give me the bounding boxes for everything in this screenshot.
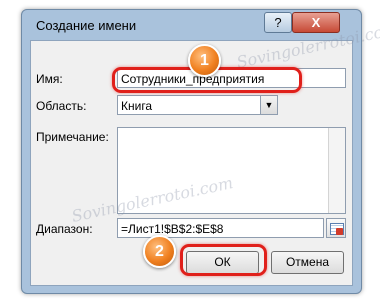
dialog-body: Имя: Сотрудники_предприятия Область: Кни… <box>30 40 353 286</box>
step-marker-1: 1 <box>188 44 221 77</box>
cancel-button[interactable]: Отмена <box>271 251 344 274</box>
ok-button[interactable]: ОК <box>186 251 259 274</box>
scope-label: Область: <box>36 99 87 113</box>
range-collapse-icon <box>336 228 343 235</box>
close-button[interactable]: X <box>292 12 340 33</box>
range-select-button[interactable] <box>326 218 346 238</box>
comment-scrollbar[interactable] <box>328 128 345 213</box>
dialog-title: Создание имени <box>36 18 137 33</box>
chevron-down-icon[interactable]: ▼ <box>260 96 277 114</box>
help-button[interactable]: ? <box>264 12 292 33</box>
name-label: Имя: <box>36 72 63 86</box>
comment-label: Примечание: <box>36 130 109 144</box>
scope-value: Книга <box>121 99 153 113</box>
comment-textarea[interactable] <box>117 127 346 214</box>
scope-select[interactable]: Книга ▼ <box>117 95 278 115</box>
step-marker-2: 2 <box>143 235 176 268</box>
range-label: Диапазон: <box>36 222 93 236</box>
range-input[interactable]: =Лист1!$B$2:$E$8 <box>117 218 324 238</box>
title-bar: Создание имени ? X <box>22 10 361 40</box>
name-input[interactable]: Сотрудники_предприятия <box>117 68 346 88</box>
